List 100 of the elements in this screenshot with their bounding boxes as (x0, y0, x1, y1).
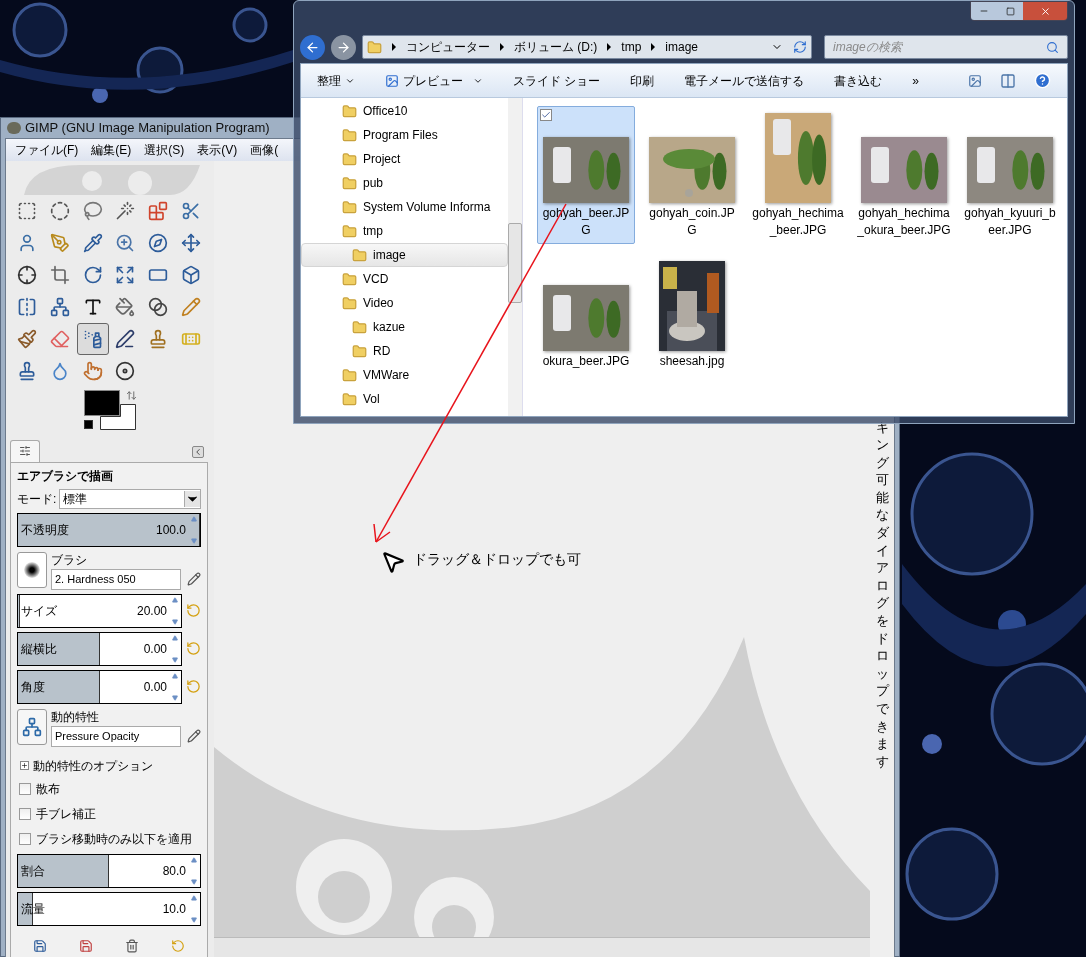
folder-tree-item[interactable]: Video (301, 291, 508, 315)
folder-icon (352, 247, 367, 263)
spin-up-icon[interactable] (190, 894, 198, 901)
breadcrumb[interactable]: コンピューター (406, 38, 490, 56)
save-icon[interactable] (33, 938, 47, 953)
menu-item[interactable]: 画像( (250, 140, 279, 159)
foreground-color-swatch[interactable] (84, 389, 120, 416)
spin-up-icon[interactable] (171, 672, 179, 679)
toolbar-button[interactable]: » (912, 71, 920, 90)
toolbar-menu-button[interactable]: プレビュー (385, 71, 483, 90)
chevron-icon (500, 43, 504, 51)
toolbar-button[interactable]: 印刷 (630, 71, 655, 90)
swap-colors-icon[interactable] (126, 389, 137, 401)
refresh-icon[interactable] (793, 40, 807, 54)
folder-tree-item[interactable]: tmp (301, 219, 508, 243)
chevron-icon (392, 43, 396, 51)
spin-slider[interactable]: 角度 0.00 (17, 669, 182, 704)
folder-tree-item[interactable]: pub (301, 171, 508, 195)
reset-colors-icon[interactable] (84, 419, 93, 429)
spin-up-icon[interactable] (171, 596, 179, 603)
reset-icon[interactable] (186, 679, 201, 694)
file-item[interactable]: gohyah_hechima_beer.JPG (749, 106, 847, 244)
folder-icon (342, 199, 357, 215)
flip-icon (17, 296, 37, 317)
file-item[interactable]: gohyah_kyuuri_beer.JPG (961, 106, 1059, 244)
spin-down-icon[interactable] (171, 618, 179, 625)
compass-icon (148, 232, 169, 253)
expander-icon[interactable] (20, 761, 29, 770)
folder-tree-item[interactable]: VCD (301, 267, 508, 291)
panel-menu-icon[interactable] (192, 445, 204, 458)
stamp-icon (17, 360, 37, 381)
menu-item[interactable]: 編集(E) (91, 140, 132, 159)
folder-tree-item[interactable]: Project (301, 147, 508, 171)
edit-icon[interactable] (187, 572, 201, 586)
search-placeholder: imageの検索 (833, 39, 902, 56)
slider-label: 割合 (20, 862, 45, 880)
preview-pane-icon[interactable] (1000, 72, 1016, 89)
reset-icon[interactable] (186, 641, 201, 656)
maximize-button[interactable] (997, 2, 1023, 20)
spin-up-icon[interactable] (190, 856, 198, 863)
breadcrumb[interactable]: image (665, 38, 699, 56)
menu-item[interactable]: 選択(S) (144, 140, 185, 159)
rotate-icon (82, 264, 103, 285)
folder-tree-item[interactable]: System Volume Informa (301, 195, 508, 219)
help-icon[interactable] (1034, 72, 1051, 89)
spin-up-icon[interactable] (171, 634, 179, 641)
toolbar-menu-button[interactable]: 整理 (317, 71, 355, 90)
brush-preview[interactable] (17, 552, 47, 588)
restore-icon[interactable] (79, 938, 93, 953)
checkbox[interactable] (540, 109, 552, 121)
checkbox[interactable] (19, 808, 31, 820)
toolbar-button[interactable]: 電子メールで送信する (684, 71, 805, 90)
folder-icon (342, 367, 357, 383)
folder-tree-item[interactable]: Program Files (301, 123, 508, 147)
spin-down-icon[interactable] (171, 656, 179, 663)
horizontal-scrollbar[interactable] (214, 936, 870, 957)
toolbar-button[interactable]: 書き込む (834, 71, 883, 90)
address-bar[interactable]: コンピューター ボリューム (D:) tmp image (362, 35, 812, 59)
spin-slider[interactable]: 縦横比 0.00 (17, 631, 182, 666)
dynamics-preview[interactable] (17, 709, 47, 745)
stamp-icon (148, 328, 169, 349)
checkbox[interactable] (19, 783, 31, 795)
spin-down-icon[interactable] (190, 878, 198, 885)
spin-down-icon[interactable] (171, 694, 179, 701)
back-button[interactable] (300, 34, 325, 60)
folder-tree-item[interactable]: kazue (301, 315, 508, 339)
breadcrumb[interactable]: tmp (621, 38, 642, 56)
file-item[interactable]: gohyah_coin.JPG (643, 106, 741, 244)
folder-tree-item[interactable]: VMWare (301, 363, 508, 387)
folder-tree-item[interactable]: image (301, 243, 508, 267)
file-item[interactable]: gohyah_hechima_okura_beer.JPG (855, 106, 953, 244)
reset-icon[interactable] (186, 603, 201, 618)
menu-item[interactable]: ファイル(F) (15, 140, 79, 159)
file-item[interactable]: sheesah.jpg (643, 254, 741, 375)
background-color-swatch[interactable] (100, 403, 136, 430)
dynamics-field[interactable]: Pressure Opacity (51, 725, 181, 747)
folder-tree-item[interactable]: Office10 (301, 99, 508, 123)
view-options-icon[interactable] (968, 73, 982, 88)
mode-dropdown[interactable]: 標準 (59, 488, 201, 509)
spin-slider[interactable]: サイズ 20.00 (17, 593, 182, 628)
check-icon (541, 110, 551, 120)
brush-field[interactable]: 2. Hardness 050 (51, 568, 181, 590)
edit-icon[interactable] (187, 729, 201, 743)
tool-options-tab[interactable] (10, 439, 40, 462)
checkbox[interactable] (19, 833, 31, 845)
file-item[interactable]: okura_beer.JPG (537, 254, 635, 375)
delete-icon[interactable] (125, 938, 139, 953)
reset-icon[interactable] (171, 938, 185, 953)
spin-down-icon[interactable] (190, 916, 198, 923)
toolbar-button[interactable]: スライド ショー (513, 71, 601, 90)
expander-label[interactable]: 動的特性のオプション (33, 756, 153, 775)
spin-slider[interactable]: 割合 80.0 (17, 853, 201, 888)
breadcrumb[interactable]: ボリューム (D:) (514, 38, 598, 56)
forward-button[interactable] (331, 34, 356, 60)
minimize-button[interactable] (971, 2, 997, 20)
folder-tree-item[interactable]: Vol (301, 387, 508, 411)
menu-item[interactable]: 表示(V) (197, 140, 238, 159)
folder-tree-item[interactable]: RD (301, 339, 508, 363)
tree-scrollbar[interactable] (508, 98, 522, 416)
scrollbar-thumb[interactable] (508, 223, 522, 303)
